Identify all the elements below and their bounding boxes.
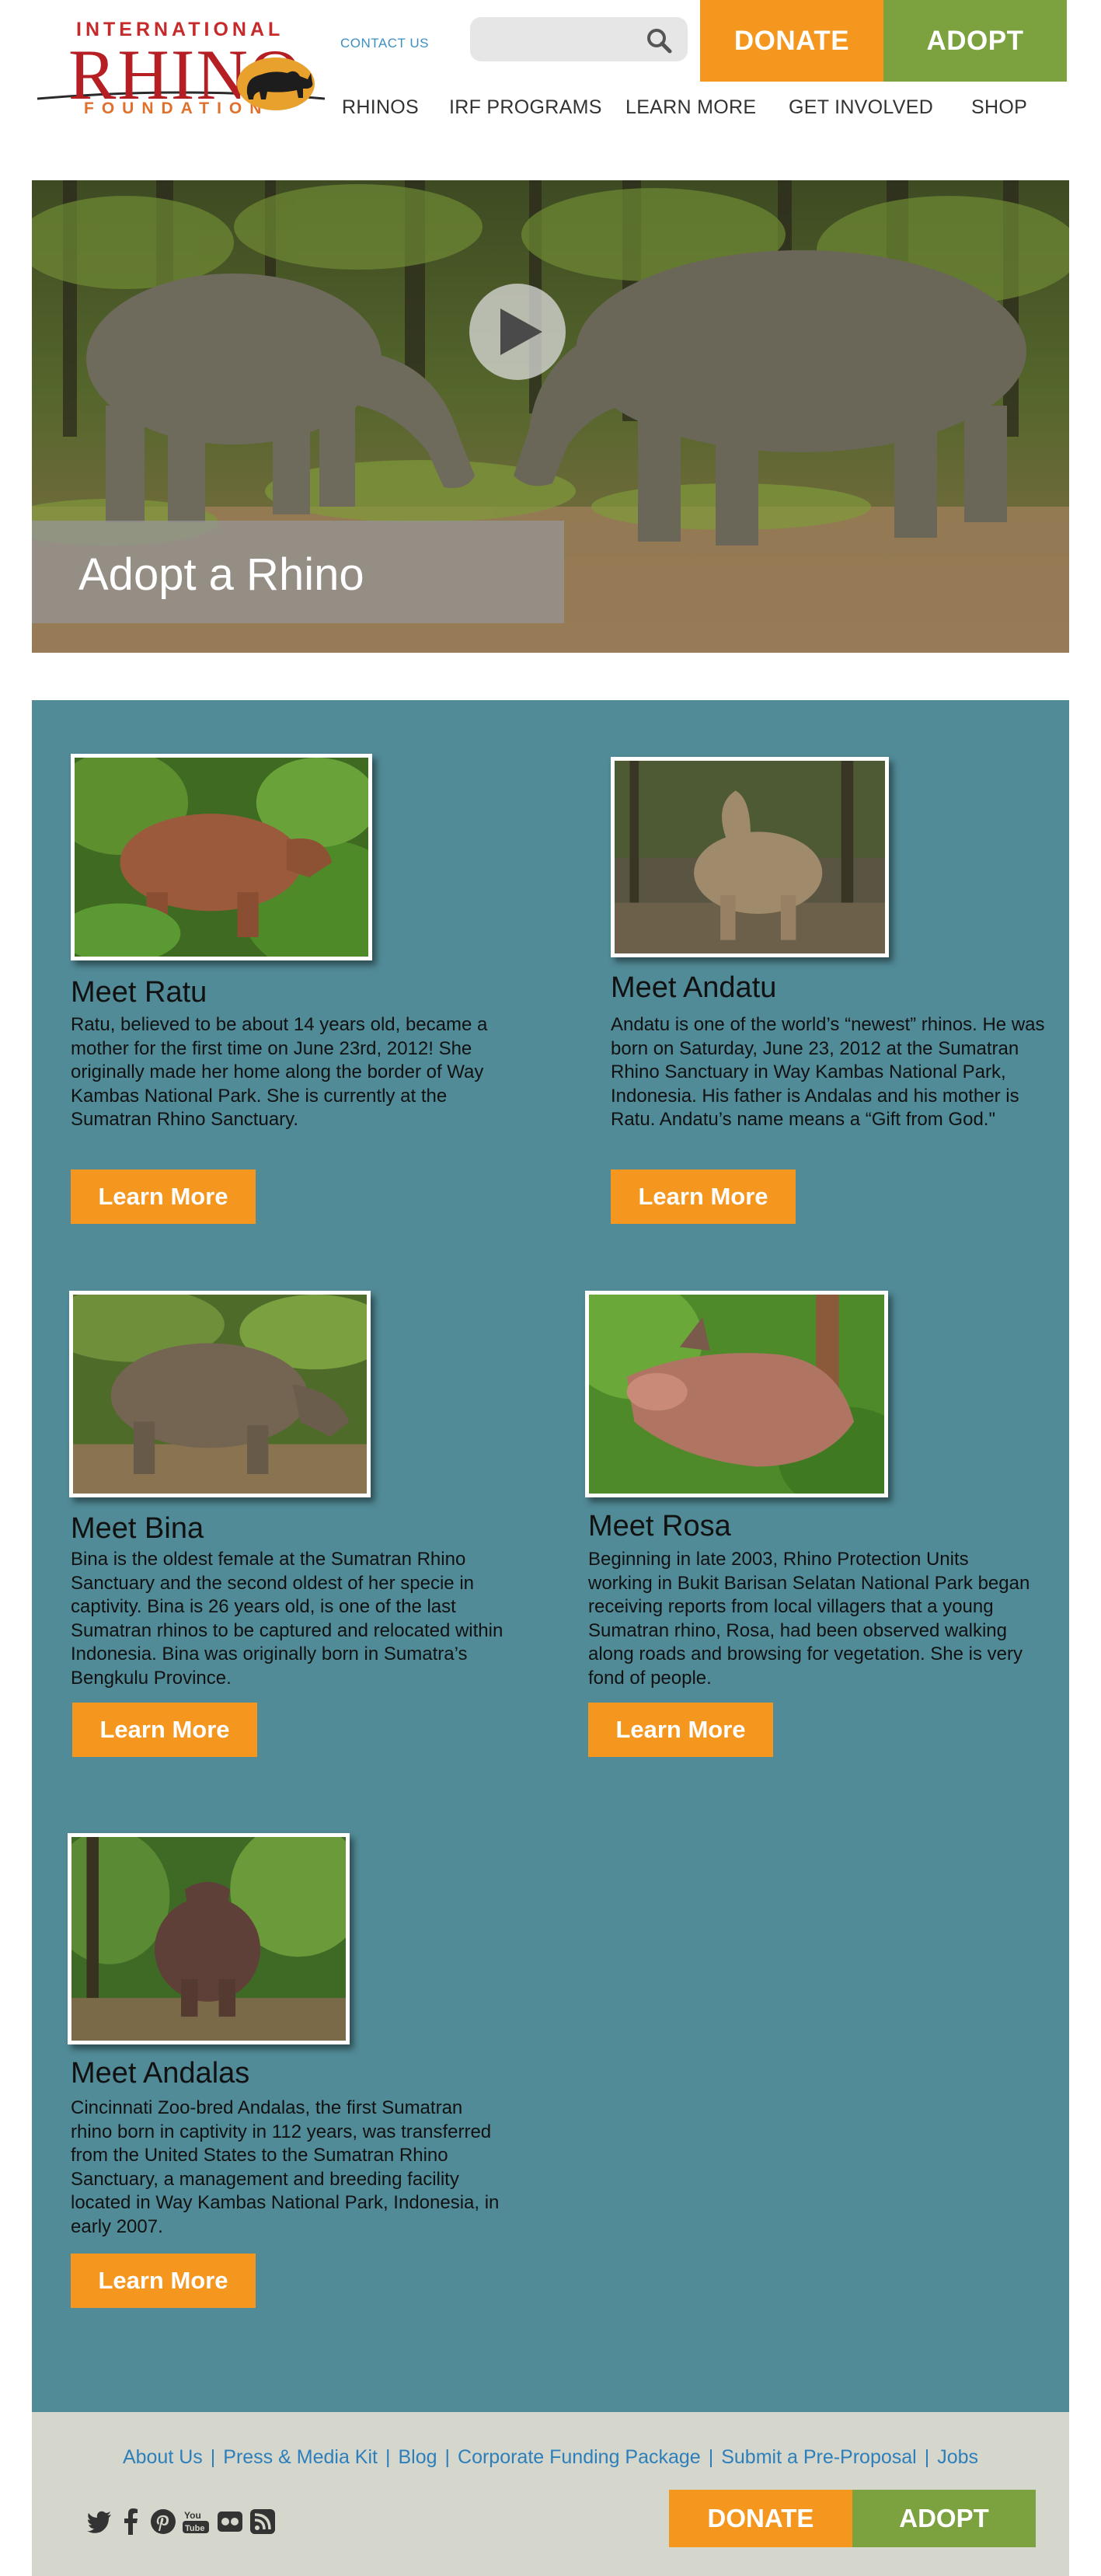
- svg-text:Tube: Tube: [185, 2524, 204, 2533]
- play-icon: [500, 308, 542, 355]
- footer-adopt-button[interactable]: ADOPT: [852, 2490, 1036, 2547]
- card-title: Meet Bina: [71, 1512, 204, 1545]
- card-description: Andatu is one of the world’s “newest” rh…: [611, 1014, 1045, 1130]
- site-logo[interactable]: INTERNATIONAL RHINO FOUNDATION: [37, 16, 329, 120]
- bina-photo[interactable]: [69, 1291, 371, 1497]
- learn-more-button[interactable]: Learn More: [72, 1703, 257, 1757]
- nav-item-learn-more[interactable]: LEARN MORE: [625, 96, 756, 119]
- nav-item-get-involved[interactable]: GET INVOLVED: [789, 96, 933, 119]
- footer-link-press-media-kit[interactable]: Press & Media Kit: [223, 2446, 378, 2468]
- video-play-button[interactable]: [469, 284, 566, 380]
- flickr-icon[interactable]: [217, 2508, 243, 2535]
- card-title: Meet Rosa: [588, 1510, 731, 1542]
- hero-caption-panel: Adopt a Rhino: [32, 521, 564, 623]
- ratu-photo[interactable]: [71, 754, 372, 960]
- footer-link-corporate-funding[interactable]: Corporate Funding Package: [458, 2446, 701, 2468]
- footer-link-about-us[interactable]: About Us: [123, 2446, 203, 2468]
- footer-link-jobs[interactable]: Jobs: [937, 2446, 978, 2468]
- footer-link-submit-pre-proposal[interactable]: Submit a Pre-Proposal: [721, 2446, 917, 2468]
- card-description: Beginning in late 2003, Rhino Protection…: [588, 1549, 1030, 1689]
- learn-more-button[interactable]: Learn More: [71, 1169, 256, 1224]
- learn-more-button[interactable]: Learn More: [588, 1703, 773, 1757]
- site-header: INTERNATIONAL RHINO FOUNDATION CONTACT U…: [0, 0, 1101, 155]
- rosa-photo[interactable]: [585, 1291, 888, 1497]
- footer-links: About Us | Press & Media Kit | Blog | Corporat…: [32, 2446, 1069, 2469]
- card-title: Meet Andalas: [71, 2057, 250, 2090]
- rss-icon[interactable]: [249, 2508, 276, 2535]
- andalas-photo[interactable]: [68, 1833, 350, 2044]
- card-title: Meet Andatu: [611, 971, 777, 1004]
- card-description: Cincinnati Zoo-bred Andalas, the first S…: [71, 2097, 500, 2237]
- nav-item-irf-programs[interactable]: IRF PROGRAMS: [449, 96, 602, 119]
- pinterest-icon[interactable]: [150, 2508, 176, 2535]
- adopt-rhinos-section: Meet Ratu Ratu, believed to be about 14 …: [32, 700, 1069, 2412]
- footer-separator: |: [924, 2446, 930, 2468]
- footer-separator: |: [708, 2446, 714, 2468]
- card-description: Ratu, believed to be about 14 years old,…: [71, 1014, 488, 1130]
- search-box: [470, 17, 688, 61]
- hero-caption-text: Adopt a Rhino: [78, 549, 364, 600]
- footer-link-blog[interactable]: Blog: [398, 2446, 437, 2468]
- search-icon[interactable]: [646, 27, 672, 54]
- svg-text:You: You: [184, 2510, 201, 2521]
- rhino-silhouette-icon: [237, 58, 315, 110]
- twitter-icon[interactable]: [86, 2508, 113, 2535]
- card-description: Bina is the oldest female at the Sumatra…: [71, 1549, 503, 1689]
- adopt-button[interactable]: ADOPT: [883, 0, 1067, 82]
- card-title: Meet Ratu: [71, 976, 207, 1009]
- footer-separator: |: [210, 2446, 216, 2468]
- nav-item-rhinos[interactable]: RHINOS: [342, 96, 419, 119]
- learn-more-button[interactable]: Learn More: [611, 1169, 796, 1224]
- site-footer: About Us | Press & Media Kit | Blog | Corporat…: [32, 2412, 1069, 2576]
- donate-button[interactable]: DONATE: [700, 0, 883, 82]
- footer-separator: |: [444, 2446, 451, 2468]
- footer-donate-button[interactable]: DONATE: [669, 2490, 852, 2547]
- learn-more-button[interactable]: Learn More: [71, 2254, 256, 2308]
- hero-video[interactable]: Adopt a Rhino: [32, 180, 1069, 653]
- nav-item-shop[interactable]: SHOP: [971, 96, 1027, 119]
- facebook-icon[interactable]: [122, 2508, 141, 2535]
- andatu-photo[interactable]: [611, 757, 889, 957]
- search-input[interactable]: [481, 25, 636, 54]
- contact-us-link[interactable]: CONTACT US: [340, 36, 429, 51]
- footer-separator: |: [385, 2446, 391, 2468]
- youtube-icon[interactable]: You Tube: [183, 2508, 209, 2535]
